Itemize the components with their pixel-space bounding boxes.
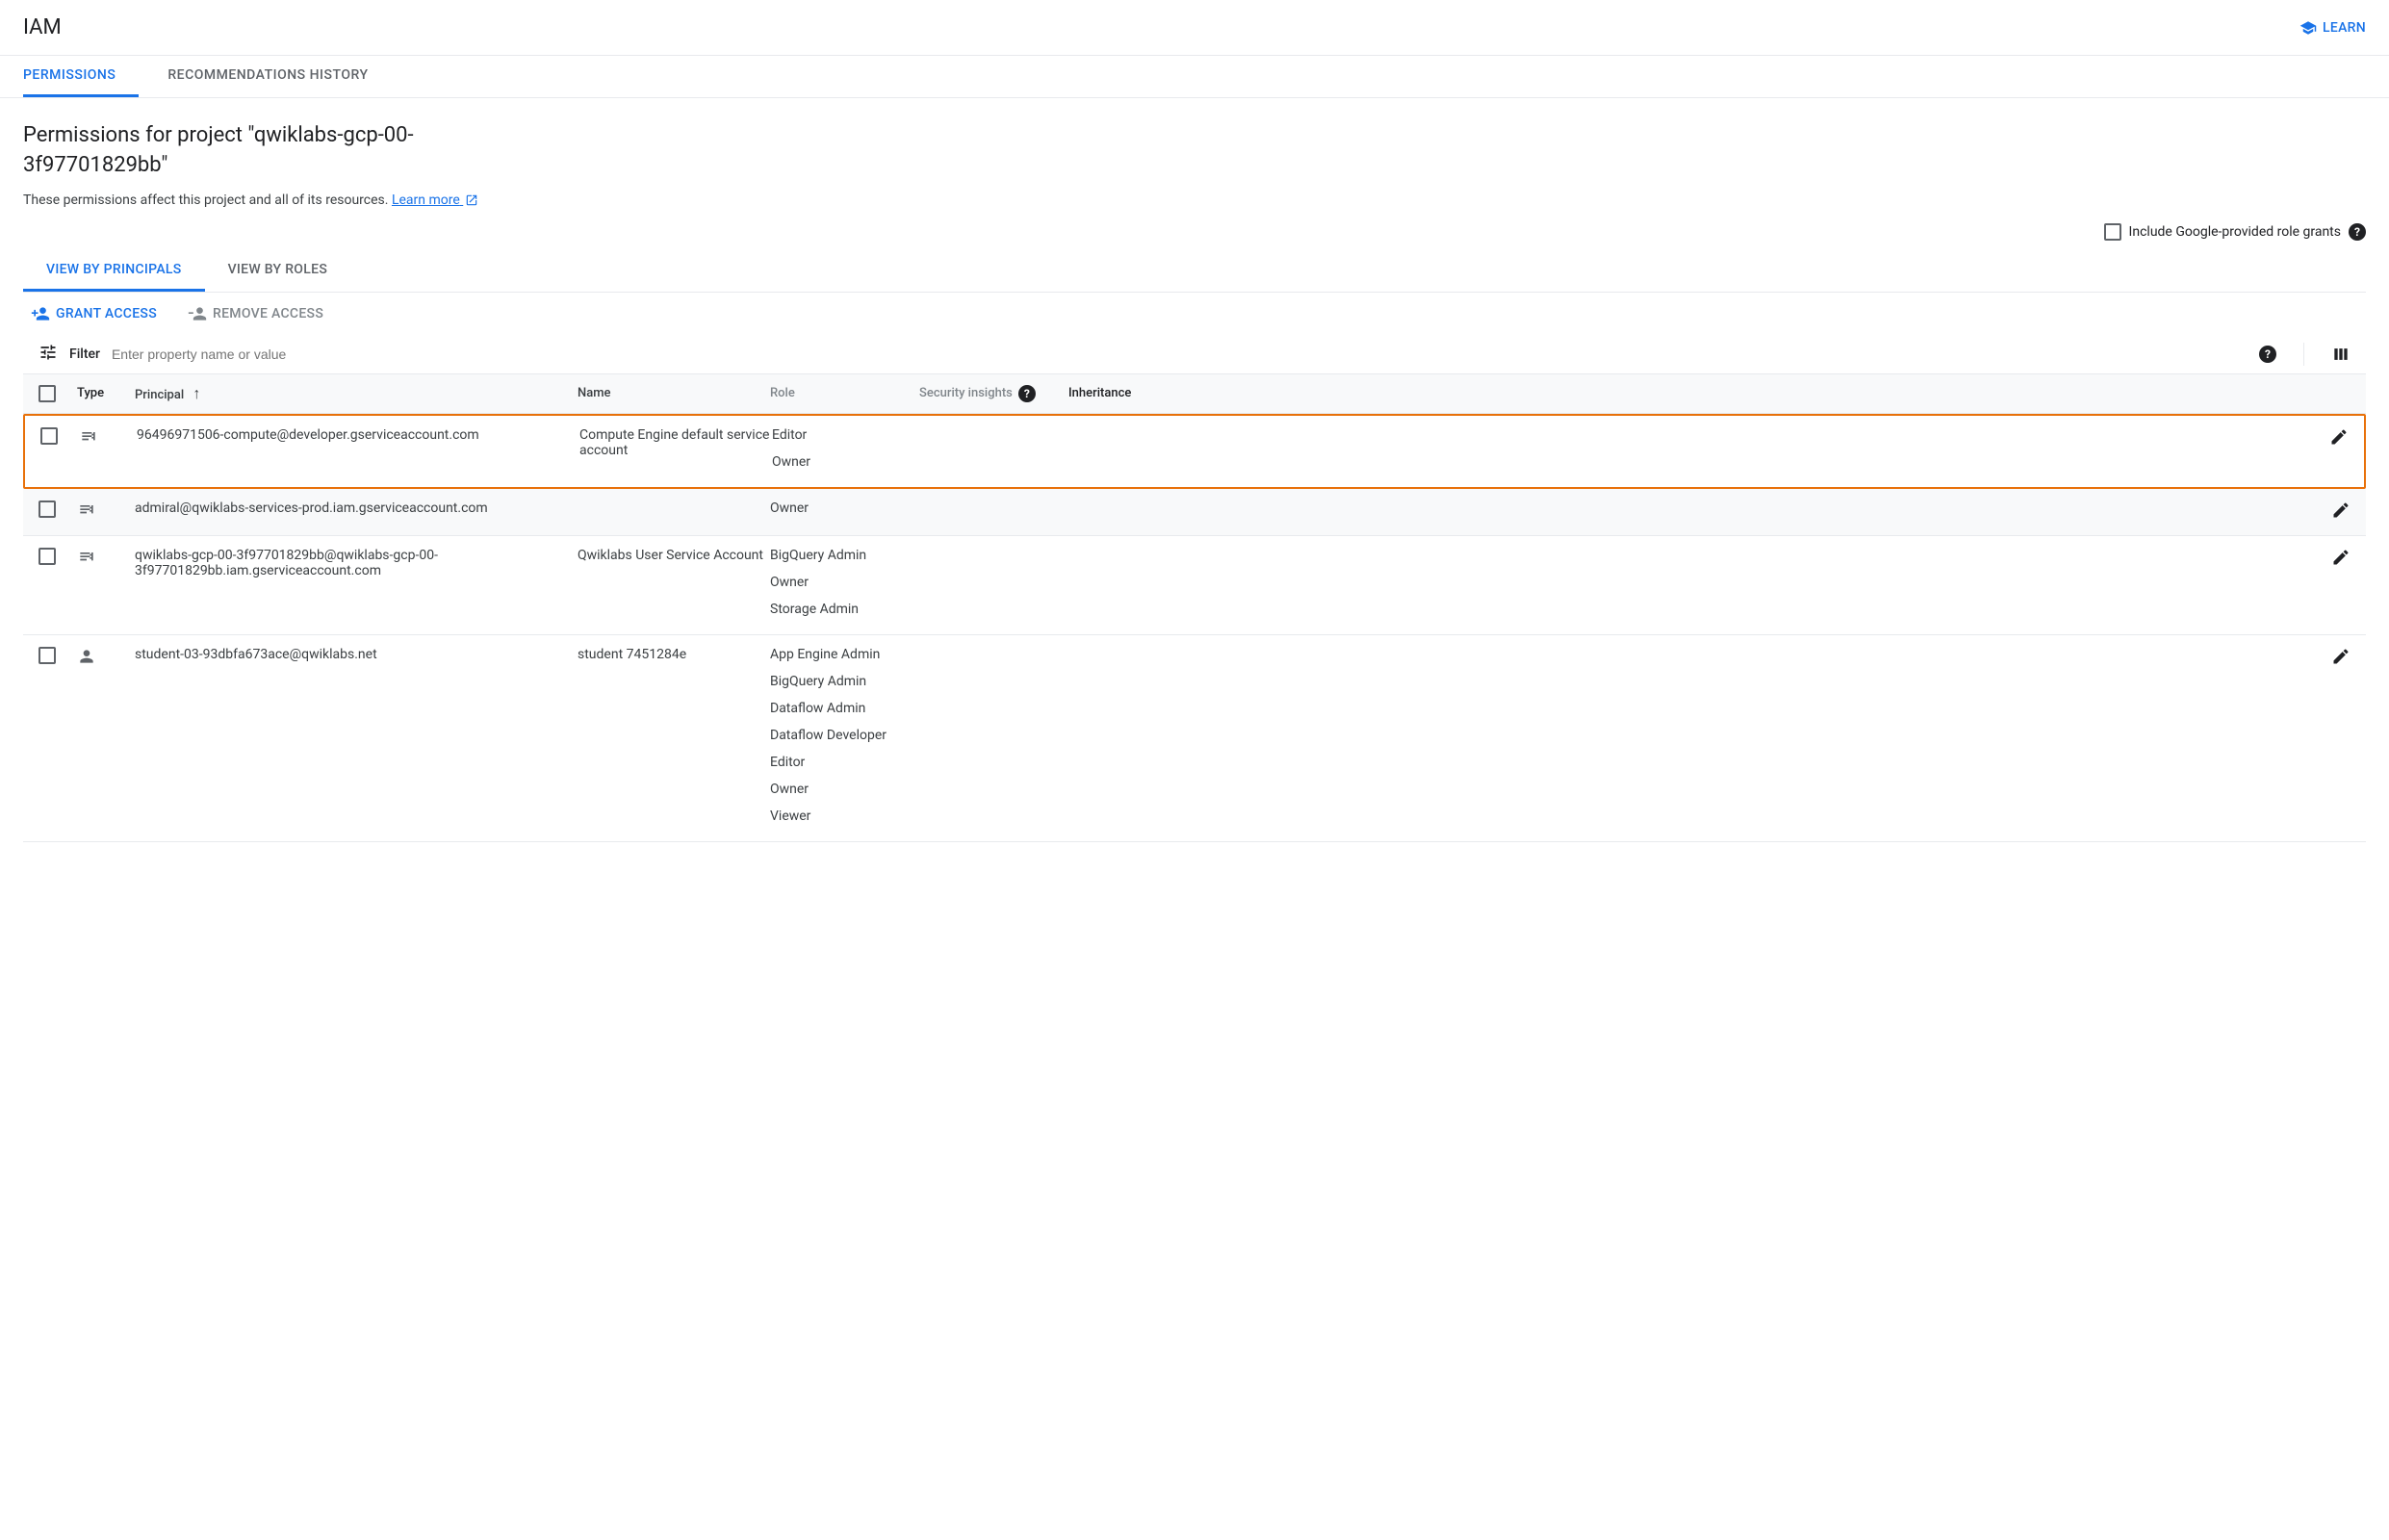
- remove-access-button: REMOVE ACCESS: [188, 304, 323, 323]
- role-value: Owner: [770, 776, 919, 803]
- tab-view-by-roles[interactable]: VIEW BY ROLES: [205, 250, 351, 292]
- edit-principal-button[interactable]: [2331, 647, 2350, 670]
- filter-bar: Filter ?: [23, 335, 2366, 373]
- role-value: Storage Admin: [770, 596, 919, 623]
- table-header: Type Principal ↑ Name Role Security insi…: [23, 374, 2366, 414]
- role-value: Owner: [770, 569, 919, 596]
- name-value: Qwiklabs User Service Account: [578, 548, 770, 563]
- edit-principal-button[interactable]: [2331, 500, 2350, 524]
- name-value: Compute Engine default service account: [579, 427, 772, 458]
- help-icon[interactable]: ?: [2349, 223, 2366, 241]
- role-value: Editor: [770, 749, 919, 776]
- top-tabs: PERMISSIONS RECOMMENDATIONS HISTORY: [0, 56, 2389, 98]
- table-row: admiral@qwiklabs-services-prod.iam.gserv…: [23, 489, 2366, 536]
- include-google-grants-row: Include Google-provided role grants ?: [23, 223, 2366, 241]
- role-value: Viewer: [770, 803, 919, 830]
- role-value: Owner: [772, 449, 921, 475]
- header-title: IAM: [23, 15, 62, 39]
- filter-label: Filter: [69, 346, 100, 362]
- learn-button[interactable]: LEARN: [2299, 19, 2366, 37]
- role-value: BigQuery Admin: [770, 668, 919, 695]
- learn-icon: [2299, 19, 2317, 37]
- select-all-checkbox[interactable]: [39, 385, 56, 402]
- include-google-grants-label: Include Google-provided role grants: [2129, 224, 2341, 240]
- row-checkbox[interactable]: [40, 427, 58, 445]
- filter-help-icon[interactable]: ?: [2259, 346, 2276, 363]
- edit-principal-button[interactable]: [2331, 548, 2350, 571]
- remove-access-icon: [188, 304, 207, 323]
- principal-value: qwiklabs-gcp-00-3f97701829bb@qwiklabs-gc…: [135, 548, 578, 578]
- roles-list: BigQuery AdminOwnerStorage Admin: [770, 548, 919, 623]
- table-row: qwiklabs-gcp-00-3f97701829bb@qwiklabs-gc…: [23, 536, 2366, 635]
- page-title: Permissions for project "qwiklabs-gcp-00…: [23, 121, 447, 181]
- name-value: student 7451284e: [578, 647, 770, 662]
- learn-label: LEARN: [2323, 20, 2366, 36]
- page-description: These permissions affect this project an…: [23, 192, 2366, 208]
- principal-value: student-03-93dbfa673ace@qwiklabs.net: [135, 647, 578, 662]
- column-header-principal[interactable]: Principal ↑: [135, 384, 578, 403]
- service-account-icon: [77, 500, 96, 524]
- principal-value: admiral@qwiklabs-services-prod.iam.gserv…: [135, 500, 578, 516]
- roles-list: Owner: [770, 500, 919, 522]
- learn-more-link[interactable]: Learn more: [392, 192, 478, 208]
- role-value: Dataflow Developer: [770, 722, 919, 749]
- role-value: BigQuery Admin: [770, 548, 919, 569]
- table-row: 96496971506-compute@developer.gserviceac…: [23, 414, 2366, 489]
- column-header-role[interactable]: Role: [770, 386, 919, 400]
- role-value: Dataflow Admin: [770, 695, 919, 722]
- tab-permissions[interactable]: PERMISSIONS: [23, 56, 139, 97]
- divider: [2303, 343, 2304, 366]
- principals-table: Type Principal ↑ Name Role Security insi…: [23, 373, 2366, 842]
- insights-help-icon[interactable]: ?: [1018, 385, 1036, 402]
- roles-list: EditorOwner: [772, 427, 921, 475]
- filter-input[interactable]: [112, 346, 2248, 362]
- column-header-name[interactable]: Name: [578, 386, 770, 400]
- edit-principal-button[interactable]: [2329, 427, 2349, 450]
- tab-recommendations[interactable]: RECOMMENDATIONS HISTORY: [167, 56, 391, 97]
- include-google-grants-checkbox[interactable]: [2104, 223, 2121, 241]
- tab-view-by-principals[interactable]: VIEW BY PRINCIPALS: [23, 250, 205, 292]
- row-checkbox[interactable]: [39, 647, 56, 664]
- role-value: Editor: [772, 427, 921, 449]
- role-value: App Engine Admin: [770, 647, 919, 668]
- role-value: Owner: [770, 500, 919, 522]
- column-header-inheritance[interactable]: Inheritance: [1068, 386, 1184, 400]
- column-header-type[interactable]: Type: [77, 386, 135, 400]
- action-bar: GRANT ACCESS REMOVE ACCESS: [23, 293, 2366, 335]
- page-header: IAM LEARN: [0, 0, 2389, 56]
- external-link-icon: [465, 193, 478, 207]
- service-account-icon: [79, 427, 98, 450]
- grant-access-button[interactable]: GRANT ACCESS: [31, 304, 157, 323]
- column-header-insights[interactable]: Security insights ?: [919, 385, 1068, 402]
- grant-access-icon: [31, 304, 50, 323]
- table-row: student-03-93dbfa673ace@qwiklabs.netstud…: [23, 635, 2366, 842]
- sort-ascending-icon: ↑: [193, 384, 200, 402]
- column-display-icon[interactable]: [2331, 345, 2350, 364]
- principal-value: 96496971506-compute@developer.gserviceac…: [137, 427, 579, 443]
- row-checkbox[interactable]: [39, 500, 56, 518]
- user-icon: [77, 647, 96, 670]
- view-tabs: VIEW BY PRINCIPALS VIEW BY ROLES: [23, 250, 2366, 293]
- service-account-icon: [77, 548, 96, 571]
- row-checkbox[interactable]: [39, 548, 56, 565]
- roles-list: App Engine AdminBigQuery AdminDataflow A…: [770, 647, 919, 830]
- filter-icon: [39, 343, 58, 366]
